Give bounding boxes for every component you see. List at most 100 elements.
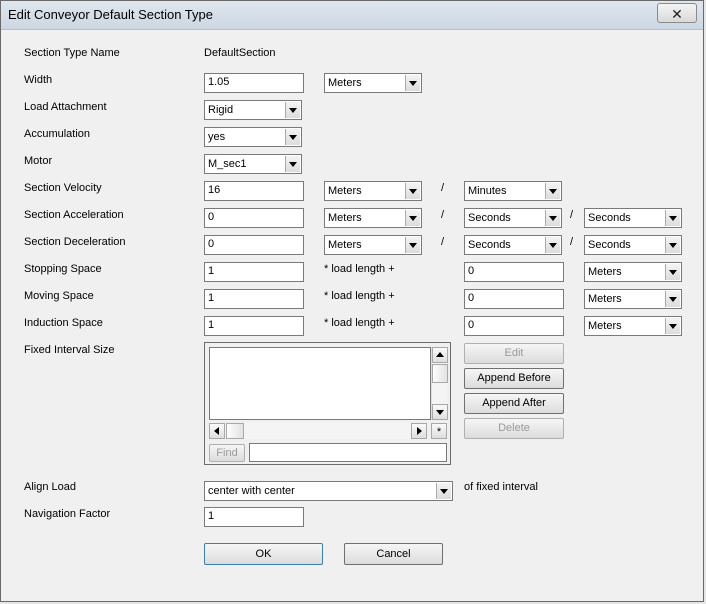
stopping-space-offset-field[interactable]: 0 — [464, 262, 564, 282]
chevron-down-icon[interactable] — [545, 210, 560, 226]
acceleration-separator-1: / — [441, 209, 445, 221]
section-deceleration-time-select-1[interactable]: Seconds — [464, 235, 562, 255]
delete-button[interactable]: Delete — [464, 418, 564, 439]
section-acceleration-label: Section Acceleration — [24, 209, 124, 221]
section-deceleration-label: Section Deceleration — [24, 236, 126, 248]
section-acceleration-time-value-1: Seconds — [468, 212, 511, 224]
induction-space-label: Induction Space — [24, 317, 103, 329]
accumulation-value: yes — [208, 131, 226, 143]
chevron-down-icon[interactable] — [665, 210, 680, 226]
align-load-select[interactable]: center with center — [204, 481, 453, 501]
width-label: Width — [24, 74, 53, 86]
scroll-up-icon[interactable] — [432, 347, 448, 363]
find-button[interactable]: Find — [209, 444, 245, 462]
section-deceleration-field[interactable]: 0 — [204, 235, 304, 255]
induction-space-factor-field[interactable]: 1 — [204, 316, 304, 336]
section-deceleration-time-value-1: Seconds — [468, 239, 511, 251]
load-attachment-label: Load Attachment — [24, 101, 107, 113]
induction-space-offset-field[interactable]: 0 — [464, 316, 564, 336]
section-deceleration-unit-select[interactable]: Meters — [324, 235, 422, 255]
chevron-down-icon[interactable] — [545, 183, 560, 199]
section-type-name-value: DefaultSection — [204, 47, 276, 59]
append-after-button[interactable]: Append After — [464, 393, 564, 414]
scroll-down-icon[interactable] — [432, 404, 448, 420]
chevron-down-icon[interactable] — [285, 129, 300, 145]
section-acceleration-unit-value: Meters — [328, 212, 362, 224]
width-field[interactable]: 1.05 — [204, 73, 304, 93]
moving-space-offset-field[interactable]: 0 — [464, 289, 564, 309]
align-load-label: Align Load — [24, 481, 76, 493]
chevron-down-icon[interactable] — [285, 156, 300, 172]
fixed-interval-size-label: Fixed Interval Size — [24, 344, 115, 356]
title-bar[interactable]: Edit Conveyor Default Section Type ✕ — [1, 1, 703, 30]
list-corner-button[interactable]: * — [431, 423, 447, 439]
close-icon[interactable]: ✕ — [657, 3, 697, 23]
section-velocity-unit-select[interactable]: Meters — [324, 181, 422, 201]
induction-space-unit-value: Meters — [588, 320, 622, 332]
induction-space-unit-select[interactable]: Meters — [584, 316, 682, 336]
moving-space-label: Moving Space — [24, 290, 94, 302]
chevron-down-icon[interactable] — [545, 237, 560, 253]
width-unit-select[interactable]: Meters — [324, 73, 422, 93]
ok-button[interactable]: OK — [204, 543, 323, 565]
dialog-body: Section Type Name DefaultSection Width 1… — [9, 30, 695, 593]
scroll-thumb[interactable] — [432, 364, 448, 383]
chevron-down-icon[interactable] — [665, 318, 680, 334]
chevron-down-icon[interactable] — [665, 264, 680, 280]
section-velocity-unit-value: Meters — [328, 185, 362, 197]
chevron-down-icon[interactable] — [405, 237, 420, 253]
stopping-space-unit-select[interactable]: Meters — [584, 262, 682, 282]
accumulation-label: Accumulation — [24, 128, 91, 140]
width-unit-value: Meters — [328, 77, 362, 89]
section-deceleration-time-value-2: Seconds — [588, 239, 631, 251]
moving-space-unit-value: Meters — [588, 293, 622, 305]
align-load-suffix: of fixed interval — [464, 481, 538, 493]
fixed-interval-list[interactable] — [209, 347, 431, 420]
append-before-button[interactable]: Append Before — [464, 368, 564, 389]
scroll-left-icon[interactable] — [209, 423, 225, 439]
fixed-interval-panel: * Find — [204, 342, 451, 465]
section-acceleration-time-value-2: Seconds — [588, 212, 631, 224]
stopping-space-factor-field[interactable]: 1 — [204, 262, 304, 282]
chevron-down-icon[interactable] — [436, 483, 451, 499]
navigation-factor-field[interactable]: 1 — [204, 507, 304, 527]
chevron-down-icon[interactable] — [285, 102, 300, 118]
moving-space-mult-label: * load length + — [324, 290, 395, 302]
moving-space-factor-field[interactable]: 1 — [204, 289, 304, 309]
section-type-name-label: Section Type Name — [24, 47, 120, 59]
scroll-right-icon[interactable] — [411, 423, 427, 439]
induction-space-mult-label: * load length + — [324, 317, 395, 329]
section-velocity-time-value: Minutes — [468, 185, 507, 197]
accumulation-select[interactable]: yes — [204, 127, 302, 147]
section-deceleration-unit-value: Meters — [328, 239, 362, 251]
section-velocity-field[interactable]: 16 — [204, 181, 304, 201]
section-velocity-time-select[interactable]: Minutes — [464, 181, 562, 201]
stopping-space-unit-value: Meters — [588, 266, 622, 278]
section-acceleration-unit-select[interactable]: Meters — [324, 208, 422, 228]
dialog-window: Edit Conveyor Default Section Type ✕ Sec… — [0, 0, 704, 602]
cancel-button[interactable]: Cancel — [344, 543, 443, 565]
edit-button[interactable]: Edit — [464, 343, 564, 364]
chevron-down-icon[interactable] — [405, 210, 420, 226]
velocity-separator: / — [441, 182, 445, 194]
section-acceleration-time-select-2[interactable]: Seconds — [584, 208, 682, 228]
chevron-down-icon[interactable] — [665, 237, 680, 253]
motor-select[interactable]: M_sec1 — [204, 154, 302, 174]
section-deceleration-time-select-2[interactable]: Seconds — [584, 235, 682, 255]
list-vertical-scrollbar[interactable] — [431, 347, 448, 420]
navigation-factor-label: Navigation Factor — [24, 508, 111, 520]
deceleration-separator-1: / — [441, 236, 445, 248]
section-acceleration-field[interactable]: 0 — [204, 208, 304, 228]
moving-space-unit-select[interactable]: Meters — [584, 289, 682, 309]
motor-label: Motor — [24, 155, 53, 167]
list-horizontal-scrollbar[interactable] — [209, 423, 427, 439]
hscroll-thumb[interactable] — [226, 423, 244, 439]
section-velocity-label: Section Velocity — [24, 182, 102, 194]
chevron-down-icon[interactable] — [405, 75, 420, 91]
section-acceleration-time-select-1[interactable]: Seconds — [464, 208, 562, 228]
chevron-down-icon[interactable] — [665, 291, 680, 307]
acceleration-separator-2: / — [570, 209, 574, 221]
chevron-down-icon[interactable] — [405, 183, 420, 199]
load-attachment-select[interactable]: Rigid — [204, 100, 302, 120]
find-field[interactable] — [249, 443, 447, 462]
